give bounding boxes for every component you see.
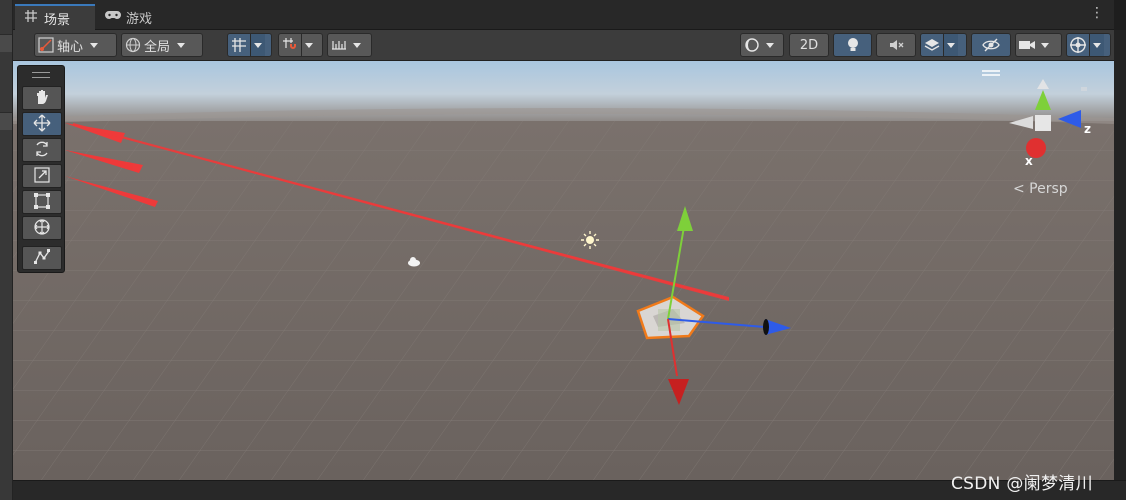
2d-label: 2D: [799, 37, 819, 53]
tab-bar: 场景 游戏 ⋮: [13, 0, 1114, 30]
move-tool-button[interactable]: [22, 112, 62, 136]
scene-viewport[interactable]: z x: [13, 61, 1114, 480]
tab-game[interactable]: 游戏: [97, 4, 177, 30]
grid-icon: [23, 10, 39, 26]
rotate-icon: [33, 140, 51, 161]
camera-dropdown[interactable]: [1015, 33, 1062, 57]
chevron-down-icon: [87, 34, 101, 56]
gizmo-globe-icon: [1067, 34, 1089, 56]
right-edge: [1114, 30, 1126, 480]
2d-toggle-button[interactable]: 2D: [789, 33, 829, 57]
hand-tool-button[interactable]: [22, 86, 62, 110]
gizmo-center-cube[interactable]: [1035, 115, 1051, 131]
scene-grid: [13, 121, 1114, 480]
gizmo-z-label: z: [1084, 122, 1091, 136]
hidden-objects-toggle[interactable]: [971, 33, 1011, 57]
pivot-icon: [35, 34, 57, 56]
more-options-icon[interactable]: ⋮: [1090, 6, 1104, 20]
scale-tool-button[interactable]: [22, 164, 62, 188]
tab-scene-label: 场景: [44, 12, 71, 28]
layers-icon: [921, 34, 943, 56]
pivot-label: 轴心: [57, 39, 84, 55]
pivot-dropdown[interactable]: 轴心: [34, 33, 117, 57]
chevron-down-icon[interactable]: [1090, 34, 1104, 56]
chevron-down-icon[interactable]: [944, 34, 958, 56]
transform-icon: [33, 218, 51, 239]
chevron-down-icon: [350, 34, 364, 56]
gizmo-x-label: x: [1025, 154, 1033, 168]
custom-tool-button[interactable]: [22, 246, 62, 270]
chevron-down-icon: [174, 34, 188, 56]
magnet-grid-icon: [279, 34, 301, 56]
left-panel-edge: [0, 0, 13, 500]
move-arrows-icon: [33, 114, 51, 135]
lightbulb-icon: [842, 34, 864, 56]
gamepad-icon: [105, 9, 121, 25]
global-dropdown[interactable]: 全局: [121, 33, 203, 57]
shading-sphere-icon: [741, 34, 763, 56]
projection-toggle[interactable]: < Persp: [1013, 181, 1068, 197]
custom-editor-tool-icon: [33, 248, 51, 269]
tab-game-label: 游戏: [126, 11, 153, 27]
rect-tool-button[interactable]: [22, 190, 62, 214]
palette-grip-icon[interactable]: [32, 72, 50, 78]
scale-icon: [33, 166, 51, 187]
gizmos-dropdown[interactable]: [1066, 33, 1111, 57]
rect-transform-icon: [33, 192, 51, 213]
transform-tool-button[interactable]: [22, 216, 62, 240]
camera-icon: [1016, 34, 1038, 56]
grid-snapping-button[interactable]: [227, 33, 272, 57]
left-panel-selected-row[interactable]: [0, 112, 12, 130]
eye-slash-icon: [980, 34, 1002, 56]
chevron-down-icon[interactable]: [302, 34, 316, 56]
global-label: 全局: [144, 39, 171, 55]
hand-icon: [33, 88, 51, 109]
tool-palette: [17, 65, 65, 273]
rotate-tool-button[interactable]: [22, 138, 62, 162]
chevron-down-icon: [1038, 34, 1052, 56]
lighting-toggle-button[interactable]: [833, 33, 872, 57]
audio-toggle-button[interactable]: [876, 33, 916, 57]
grid-snap-icon: [228, 34, 250, 56]
left-panel-button[interactable]: [0, 34, 12, 52]
ruler-icon: [328, 34, 350, 56]
tab-scene[interactable]: 场景: [15, 4, 95, 30]
csdn-watermark: CSDN @阑梦清川: [951, 474, 1093, 494]
increment-snap-button[interactable]: [278, 33, 323, 57]
effects-dropdown[interactable]: [920, 33, 967, 57]
scene-toolbar: 轴心 全局 2D: [13, 30, 1114, 61]
shading-mode-dropdown[interactable]: [740, 33, 784, 57]
ruler-button[interactable]: [327, 33, 372, 57]
globe-icon: [122, 34, 144, 56]
chevron-down-icon: [763, 34, 777, 56]
chevron-down-icon[interactable]: [251, 34, 265, 56]
speaker-muted-icon: [885, 34, 907, 56]
